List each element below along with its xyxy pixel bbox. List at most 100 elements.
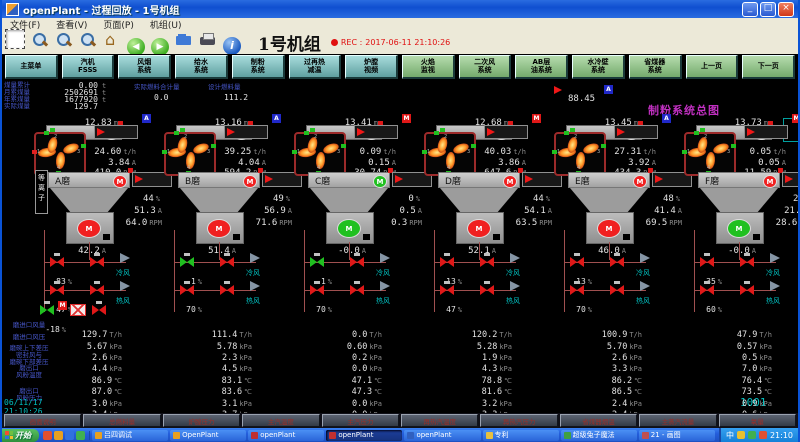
taskbar-task-5[interactable]: 专利 bbox=[483, 430, 559, 441]
feeder-flow-box[interactable] bbox=[354, 125, 398, 139]
seal-air-valve[interactable] bbox=[40, 305, 54, 315]
nav-button-9[interactable]: AB层 油系统 bbox=[515, 55, 568, 79]
hot-air-shutoff[interactable] bbox=[610, 285, 624, 295]
hot-air-shutoff[interactable] bbox=[740, 285, 754, 295]
bottom-nav-button-5[interactable]: 再热汽温度 bbox=[401, 414, 478, 427]
hot-air-shutoff[interactable] bbox=[90, 285, 104, 295]
tray-icon[interactable] bbox=[759, 431, 767, 439]
seal-air-shutoff[interactable] bbox=[92, 305, 106, 315]
quick-launch-icon[interactable] bbox=[65, 431, 74, 440]
mode-badge-top[interactable]: M bbox=[402, 114, 411, 123]
bottom-nav-button-0[interactable]: 画面说明 bbox=[4, 414, 81, 427]
bottom-nav-button-9[interactable]: 氧量 bbox=[719, 414, 796, 427]
mode-badge-top[interactable]: A bbox=[142, 114, 151, 123]
hot-air-shutoff[interactable] bbox=[220, 285, 234, 295]
nav-button-13[interactable]: 下一页 bbox=[742, 55, 795, 79]
header-motor[interactable]: M bbox=[243, 175, 257, 188]
mill-motor[interactable]: M bbox=[467, 219, 491, 238]
mill-header[interactable]: E磨M bbox=[568, 172, 650, 188]
cold-air-shutoff[interactable] bbox=[350, 257, 364, 267]
mill-demand-box[interactable] bbox=[782, 172, 798, 187]
bottom-nav-button-6[interactable]: 再热汽压力 bbox=[480, 414, 557, 427]
seal-air-mode-badge[interactable]: M bbox=[58, 301, 67, 310]
nav-button-4[interactable]: 制粉 系统 bbox=[232, 55, 285, 79]
taskbar-task-6[interactable]: 超级兔子魔法 bbox=[561, 430, 637, 441]
cold-air-shutoff[interactable] bbox=[740, 257, 754, 267]
header-motor[interactable]: M bbox=[373, 175, 387, 188]
mill-motor[interactable]: M bbox=[337, 219, 361, 238]
mill-motor[interactable]: M bbox=[207, 219, 231, 238]
taskbar-task-3[interactable]: openPlant bbox=[326, 430, 402, 441]
nav-button-1[interactable]: 汽机 FSSS bbox=[62, 55, 115, 79]
zoom-region-icon[interactable] bbox=[79, 31, 97, 49]
mill-motor[interactable]: M bbox=[727, 219, 751, 238]
hot-air-shutoff[interactable] bbox=[480, 285, 494, 295]
home-icon[interactable] bbox=[103, 31, 121, 49]
info-icon[interactable] bbox=[223, 37, 241, 55]
bottom-nav-button-3[interactable]: 主汽温度 bbox=[242, 414, 319, 427]
minimize-button[interactable]: _ bbox=[742, 2, 758, 17]
nav-button-3[interactable]: 给水 系统 bbox=[175, 55, 228, 79]
nav-button-5[interactable]: 过再热 减温 bbox=[289, 55, 342, 79]
hot-air-damper[interactable] bbox=[440, 285, 454, 295]
header-motor[interactable]: M bbox=[763, 175, 777, 188]
cold-air-damper[interactable] bbox=[570, 257, 584, 267]
quick-launch-icon[interactable] bbox=[54, 431, 63, 440]
cold-air-damper[interactable] bbox=[180, 257, 194, 267]
cold-air-shutoff[interactable] bbox=[220, 257, 234, 267]
mill-header[interactable]: F磨M bbox=[698, 172, 780, 188]
nav-button-11[interactable]: 省煤器 系统 bbox=[629, 55, 682, 79]
taskbar-task-2[interactable]: openPlant bbox=[248, 430, 324, 441]
maximize-button[interactable]: □ bbox=[760, 2, 776, 17]
header-motor[interactable]: M bbox=[633, 175, 647, 188]
bottom-nav-button-2[interactable]: 炉膛压力 bbox=[163, 414, 240, 427]
nav-button-12[interactable]: 上一页 bbox=[686, 55, 739, 79]
hot-air-damper[interactable] bbox=[700, 285, 714, 295]
nav-button-7[interactable]: 火焰 监视 bbox=[402, 55, 455, 79]
bottom-nav-button-7[interactable]: 省煤器烟温 bbox=[560, 414, 637, 427]
nav-button-6[interactable]: 炉膛 视频 bbox=[345, 55, 398, 79]
input-language-indicator[interactable]: 中 bbox=[726, 430, 734, 441]
hot-air-damper[interactable] bbox=[570, 285, 584, 295]
bottom-nav-button-8[interactable]: 主蒸汽流量 bbox=[639, 414, 716, 427]
cold-air-shutoff[interactable] bbox=[90, 257, 104, 267]
feeder-flow-box[interactable] bbox=[614, 125, 658, 139]
nav-button-8[interactable]: 二次风 系统 bbox=[459, 55, 512, 79]
bottom-nav-button-4[interactable]: 主汽压力 bbox=[322, 414, 399, 427]
print-icon[interactable] bbox=[199, 31, 217, 49]
select-icon[interactable] bbox=[5, 29, 25, 49]
cold-air-shutoff[interactable] bbox=[610, 257, 624, 267]
hot-air-shutoff[interactable] bbox=[350, 285, 364, 295]
mill-header[interactable]: C磨M bbox=[308, 172, 390, 188]
mill-header[interactable]: A磨M bbox=[48, 172, 130, 188]
feeder-flow-box[interactable] bbox=[94, 125, 138, 139]
quick-launch-icon[interactable] bbox=[43, 431, 52, 440]
zoom-in-icon[interactable] bbox=[31, 31, 49, 49]
quick-launch-icon[interactable] bbox=[76, 431, 85, 440]
header-motor[interactable]: M bbox=[503, 175, 517, 188]
mode-badge-top[interactable]: A bbox=[662, 114, 671, 123]
hot-air-damper[interactable] bbox=[310, 285, 324, 295]
mill-header[interactable]: D磨M bbox=[438, 172, 520, 188]
mode-badge-top[interactable]: M bbox=[792, 114, 798, 123]
cold-air-damper[interactable] bbox=[700, 257, 714, 267]
feeder-flow-box[interactable] bbox=[484, 125, 528, 139]
cold-air-damper[interactable] bbox=[440, 257, 454, 267]
tray-icon[interactable] bbox=[748, 431, 756, 439]
cold-air-shutoff[interactable] bbox=[480, 257, 494, 267]
nav-button-0[interactable]: 主菜单 bbox=[5, 55, 58, 79]
taskbar-task-4[interactable]: openPlant bbox=[404, 430, 480, 441]
nav-button-10[interactable]: 水冷壁 系统 bbox=[572, 55, 625, 79]
hot-air-damper[interactable] bbox=[180, 285, 194, 295]
cold-air-damper[interactable] bbox=[50, 257, 64, 267]
feeder-flow-box[interactable] bbox=[744, 125, 788, 139]
hot-air-damper[interactable] bbox=[50, 285, 64, 295]
zoom-out-icon[interactable] bbox=[55, 31, 73, 49]
taskbar-task-7[interactable]: 21 - 画图 bbox=[639, 430, 715, 441]
mill-header[interactable]: B磨M bbox=[178, 172, 260, 188]
taskbar-task-0[interactable]: 吕四调试 bbox=[92, 430, 168, 441]
feeder-flow-box[interactable] bbox=[224, 125, 268, 139]
mill-motor[interactable]: M bbox=[597, 219, 621, 238]
mill-motor[interactable]: M bbox=[77, 219, 101, 238]
taskbar-task-1[interactable]: OpenPlant bbox=[170, 430, 246, 441]
